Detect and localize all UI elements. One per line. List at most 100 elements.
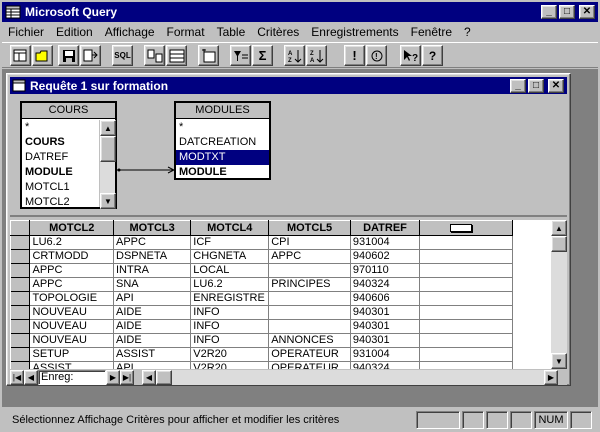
last-record-icon[interactable]: ▶| — [120, 369, 134, 385]
scroll-down-arrow-icon[interactable]: ▼ — [551, 353, 567, 369]
row-selector[interactable] — [10, 291, 31, 306]
menu-affichage[interactable]: Affichage — [99, 25, 161, 39]
table-cell[interactable]: 940602 — [350, 249, 421, 264]
table-cell[interactable] — [419, 291, 514, 306]
row-selector-header[interactable] — [10, 220, 31, 236]
record-number-field[interactable]: Enreg: — [38, 369, 106, 385]
menu-help[interactable]: ? — [458, 25, 477, 39]
menu-edition[interactable]: Edition — [50, 25, 99, 39]
table-cours-scrollbar[interactable]: ▲ ▼ — [99, 120, 116, 209]
field-item[interactable]: DATCREATION — [179, 135, 269, 150]
table-row[interactable]: LU6.2 APPC ICF CPI 931004 — [10, 235, 568, 250]
table-cell[interactable]: OPERATEUR — [268, 347, 351, 362]
scroll-thumb[interactable] — [100, 136, 116, 162]
table-cell[interactable]: 940606 — [350, 291, 421, 306]
row-selector[interactable] — [10, 305, 31, 320]
row-selector[interactable] — [10, 361, 31, 369]
save-button[interactable] — [58, 45, 79, 66]
row-selector[interactable] — [10, 263, 31, 278]
row-selector[interactable] — [10, 333, 31, 348]
scroll-track[interactable] — [100, 162, 115, 193]
menu-criteres[interactable]: Critères — [251, 25, 305, 39]
table-cell[interactable]: AIDE — [113, 305, 192, 320]
table-cell[interactable]: APPC — [29, 263, 114, 278]
table-row[interactable]: TOPOLOGIE API ENREGISTRE 940606 — [10, 291, 568, 306]
first-record-icon[interactable]: |◀ — [10, 369, 24, 385]
table-cell[interactable]: NOUVEAU — [29, 319, 114, 334]
next-record-icon[interactable]: ▶ — [106, 369, 120, 385]
minimize-button[interactable]: _ — [541, 5, 557, 19]
table-cell[interactable] — [268, 319, 351, 334]
row-selector[interactable] — [10, 235, 31, 250]
column-header[interactable]: MOTCL4 — [190, 220, 270, 236]
table-cell[interactable]: PRINCIPES — [268, 277, 351, 292]
context-help-button[interactable]: ? — [400, 45, 421, 66]
table-cell[interactable]: AIDE — [113, 319, 192, 334]
criteria-equals-button[interactable] — [230, 45, 251, 66]
table-cell[interactable] — [419, 249, 514, 264]
table-cell[interactable]: LU6.2 — [29, 235, 114, 250]
table-cell[interactable] — [419, 361, 514, 369]
field-item[interactable]: * — [179, 120, 269, 135]
query-maximize-button[interactable]: □ — [528, 78, 544, 93]
row-selector[interactable] — [10, 249, 31, 264]
table-cell[interactable]: CHGNETA — [190, 249, 270, 264]
scroll-up-arrow-icon[interactable]: ▲ — [551, 220, 567, 236]
table-cell[interactable]: ENREGISTRE — [190, 291, 270, 306]
table-cell[interactable]: 940301 — [350, 305, 421, 320]
table-cell[interactable]: APPC — [29, 277, 114, 292]
sql-button[interactable]: SQL — [112, 45, 133, 66]
field-item[interactable]: MODULE — [179, 165, 269, 180]
table-cell[interactable]: ANNONCES — [268, 333, 351, 348]
field-item-selected[interactable]: MODTXT — [176, 150, 269, 165]
table-row[interactable]: ASSIST API V2R20 OPERATEUR 940324 — [10, 361, 568, 369]
help-button[interactable]: ? — [422, 45, 443, 66]
add-tables-button[interactable] — [198, 45, 219, 66]
column-header[interactable]: MOTCL2 — [29, 220, 114, 236]
run-query-button[interactable]: ! — [344, 45, 365, 66]
table-cell[interactable]: APPC — [268, 249, 351, 264]
menu-fichier[interactable]: Fichier — [2, 25, 50, 39]
scroll-track[interactable] — [551, 252, 567, 353]
scroll-left-arrow-icon[interactable]: ◀ — [142, 369, 156, 385]
table-cell[interactable]: INFO — [190, 333, 270, 348]
query-close-button[interactable]: ✕ — [548, 78, 564, 93]
menu-format[interactable]: Format — [161, 25, 211, 39]
new-query-button[interactable] — [10, 45, 31, 66]
column-header[interactable]: MOTCL3 — [112, 220, 192, 236]
table-cell[interactable]: DSPNETA — [113, 249, 192, 264]
scroll-thumb[interactable] — [551, 236, 567, 252]
table-cell[interactable]: V2R20 — [190, 361, 270, 369]
table-cell[interactable]: TOPOLOGIE — [29, 291, 114, 306]
table-cell[interactable]: 940301 — [350, 319, 421, 334]
table-cell[interactable]: CPI — [268, 235, 351, 250]
column-header-empty[interactable] — [419, 220, 514, 236]
table-cours[interactable]: COURS * COURS DATREF MODULE MOTCL1 MOTCL… — [20, 101, 117, 209]
maximize-button[interactable]: □ — [559, 5, 575, 19]
column-header[interactable]: MOTCL5 — [268, 220, 351, 236]
sort-descending-button[interactable]: ZA — [306, 45, 327, 66]
menu-enregistrements[interactable]: Enregistrements — [305, 25, 404, 39]
previous-record-icon[interactable]: ◀ — [24, 369, 38, 385]
row-selector[interactable] — [10, 319, 31, 334]
table-cell[interactable]: OPERATEUR — [268, 361, 351, 369]
table-row[interactable]: NOUVEAU AIDE INFO 940301 — [10, 305, 568, 320]
table-cell[interactable]: 940324 — [350, 361, 421, 369]
query-app-icon[interactable] — [5, 4, 21, 20]
table-row[interactable]: APPC SNA LU6.2 PRINCIPES 940324 — [10, 277, 568, 292]
table-cell[interactable] — [419, 333, 514, 348]
menu-table[interactable]: Table — [211, 25, 252, 39]
table-cell[interactable]: 931004 — [350, 235, 421, 250]
table-modules-title[interactable]: MODULES — [176, 103, 269, 119]
open-query-button[interactable] — [32, 45, 53, 66]
show-criteria-button[interactable] — [166, 45, 187, 66]
table-cell[interactable]: APPC — [113, 235, 192, 250]
table-cell[interactable]: LU6.2 — [190, 277, 270, 292]
menu-fenetre[interactable]: Fenêtre — [405, 25, 458, 39]
table-row[interactable]: SETUP ASSIST V2R20 OPERATEUR 931004 — [10, 347, 568, 362]
table-cell[interactable]: API — [113, 291, 192, 306]
row-selector[interactable] — [10, 277, 31, 292]
table-cell[interactable]: ICF — [190, 235, 270, 250]
table-cell[interactable]: SNA — [113, 277, 192, 292]
table-cell[interactable]: LOCAL — [190, 263, 270, 278]
